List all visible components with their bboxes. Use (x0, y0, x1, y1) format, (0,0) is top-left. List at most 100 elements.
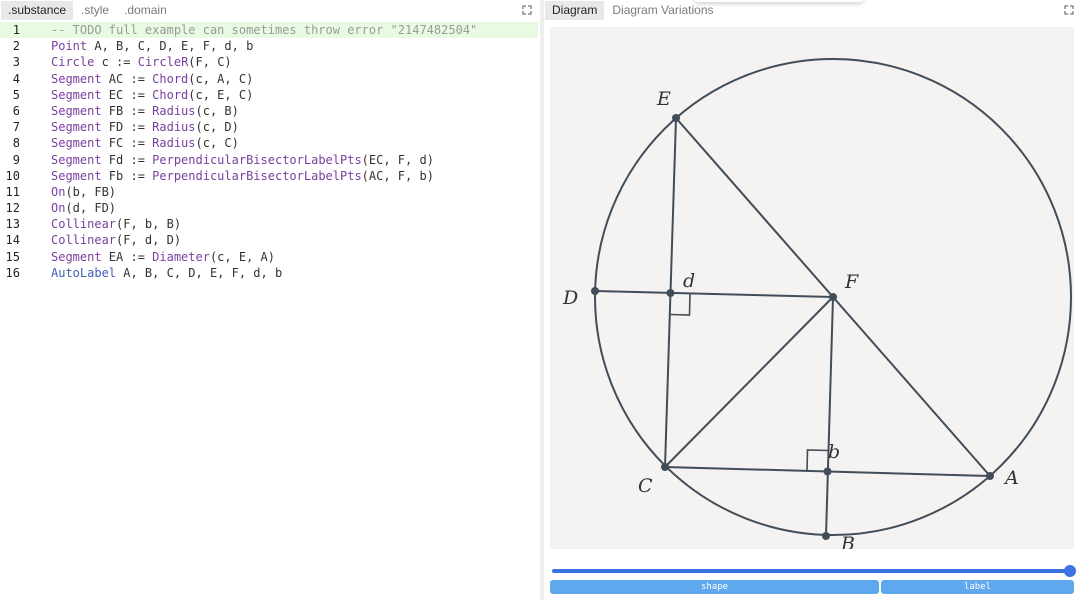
diagram-canvas[interactable]: E F D d C A b B (550, 27, 1074, 549)
shape-stage-button[interactable]: shape (550, 580, 879, 594)
point-A (986, 472, 994, 480)
slider-thumb[interactable] (1064, 565, 1076, 577)
code-token: Segment (51, 87, 102, 102)
code-line[interactable]: 10 Segment Fb := PerpendicularBisectorLab… (0, 168, 538, 184)
code-token: PerpendicularBisectorLabelPts (152, 168, 362, 183)
line-number: 3 (12, 55, 20, 70)
code-line[interactable]: 3 Circle c := CircleR(F, C) (0, 54, 538, 70)
substance-pane: .substance .style .domain 1 -- TODO full … (0, 0, 540, 600)
code-token: (c, D) (195, 120, 239, 135)
code-token: (AC, F, b) (361, 168, 434, 183)
line-text: Segment FD := Radius(c, D) (51, 119, 239, 135)
point-b (823, 467, 832, 476)
label-D: D (562, 287, 578, 309)
label-stage-button[interactable]: label (881, 580, 1074, 594)
diagram-pane: Diagram Diagram Variations E F D d C A b… (544, 0, 1080, 600)
code-line[interactable]: 5 Segment EC := Chord(c, E, C) (0, 87, 538, 103)
code-token: (F, C) (188, 55, 232, 70)
code-line[interactable]: 1 -- TODO full example can sometimes thro… (0, 22, 538, 39)
line-text: On(d, FD) (51, 200, 116, 216)
line-text: On(b, FB) (51, 184, 116, 200)
line-number: 11 (5, 184, 20, 199)
expand-icon[interactable] (522, 5, 532, 15)
code-line[interactable]: 4 Segment AC := Chord(c, A, C) (0, 71, 538, 87)
code-token: EA := (101, 249, 153, 264)
code-line[interactable]: 11 On(b, FB) (0, 184, 538, 200)
step-slider[interactable] (552, 565, 1076, 577)
point-B (822, 532, 830, 540)
line-text: Collinear(F, b, B) (51, 216, 181, 232)
tab-domain[interactable]: .domain (117, 1, 174, 20)
code-token: Segment (51, 152, 102, 167)
line-number: 4 (12, 71, 20, 86)
code-token: CircleR (137, 55, 189, 70)
label-d-point: d (683, 270, 695, 292)
stage-buttons: shape label (550, 580, 1074, 594)
right-angle-d (669, 292, 691, 316)
line-text: Segment EC := Chord(c, E, C) (51, 87, 253, 103)
line-number: 16 (5, 265, 20, 280)
code-token: Segment (51, 71, 102, 86)
line-text: Circle c := CircleR(F, C) (51, 54, 232, 70)
code-token: Diameter (152, 249, 210, 264)
code-line[interactable]: 2 Point A, B, C, D, E, F, d, b (0, 38, 538, 54)
code-token: On (51, 201, 66, 216)
tab-diagram-variations[interactable]: Diagram Variations (605, 1, 720, 20)
segment-FC (664, 296, 834, 468)
code-line[interactable]: 12 On(d, FD) (0, 200, 538, 216)
line-text: Collinear(F, d, D) (51, 232, 181, 248)
code-line[interactable]: 14 Collinear(F, d, D) (0, 232, 538, 248)
code-token: EC := (101, 87, 153, 102)
code-token: PerpendicularBisectorLabelPts (152, 152, 362, 167)
code-token: (F, b, B) (116, 217, 182, 232)
tab-style[interactable]: .style (74, 1, 116, 20)
line-number: 9 (12, 152, 20, 167)
label-E: E (656, 88, 671, 110)
line-number: 15 (5, 249, 20, 264)
code-token: FC := (101, 136, 153, 151)
tab-substance[interactable]: .substance (1, 1, 74, 20)
code-line[interactable]: 13 Collinear(F, b, B) (0, 216, 538, 232)
line-text: Segment FC := Radius(c, C) (51, 135, 239, 151)
code-line[interactable]: 6 Segment FB := Radius(c, B) (0, 103, 538, 119)
code-token: Point (51, 39, 88, 54)
slider-track[interactable] (552, 569, 1072, 573)
code-token: (c, C) (195, 136, 239, 151)
code-line[interactable]: 8 Segment FC := Radius(c, C) (0, 135, 538, 151)
code-token: A, B, C, D, E, F, d, b (87, 39, 254, 54)
line-text: Segment Fb := PerpendicularBisectorLabel… (51, 168, 434, 184)
point-C (661, 463, 669, 471)
line-number: 1 (12, 23, 20, 37)
line-number: 10 (5, 168, 20, 183)
line-text: Point A, B, C, D, E, F, d, b (51, 38, 253, 54)
line-number: 2 (12, 39, 20, 54)
code-token: (F, d, D) (116, 233, 182, 248)
expand-icon[interactable] (1064, 5, 1074, 15)
code-token: (EC, F, d) (361, 152, 434, 167)
line-text: Segment Fd := PerpendicularBisectorLabel… (51, 152, 434, 168)
segment-FB (825, 296, 834, 537)
point-E (672, 114, 680, 122)
line-number: 12 (5, 201, 20, 216)
code-token: (c, A, C) (188, 71, 254, 86)
left-tabbar: .substance .style .domain (0, 0, 174, 21)
code-token: Radius (152, 103, 196, 118)
code-token: (b, FB) (65, 184, 117, 199)
code-line[interactable]: 16 AutoLabel A, B, C, D, E, F, d, b (0, 265, 538, 281)
right-tabbar: Diagram Diagram Variations (544, 0, 721, 21)
line-number: 6 (12, 103, 20, 118)
code-token: Segment (51, 249, 102, 264)
line-text: Segment EA := Diameter(c, E, A) (51, 249, 275, 265)
code-line[interactable]: 15 Segment EA := Diameter(c, E, A) (0, 249, 538, 265)
code-token: Chord (152, 87, 189, 102)
tab-diagram[interactable]: Diagram (545, 1, 605, 20)
point-F (829, 293, 837, 301)
label-F: F (844, 271, 859, 293)
code-token: Circle (51, 55, 95, 70)
code-line[interactable]: 9 Segment Fd := PerpendicularBisectorLabe… (0, 152, 538, 168)
code-editor[interactable]: 1 -- TODO full example can sometimes thro… (0, 22, 538, 600)
code-line[interactable]: 7 Segment FD := Radius(c, D) (0, 119, 538, 135)
line-number: 13 (5, 217, 20, 232)
code-token: (c, E, A) (209, 249, 275, 264)
point-D (591, 287, 599, 295)
